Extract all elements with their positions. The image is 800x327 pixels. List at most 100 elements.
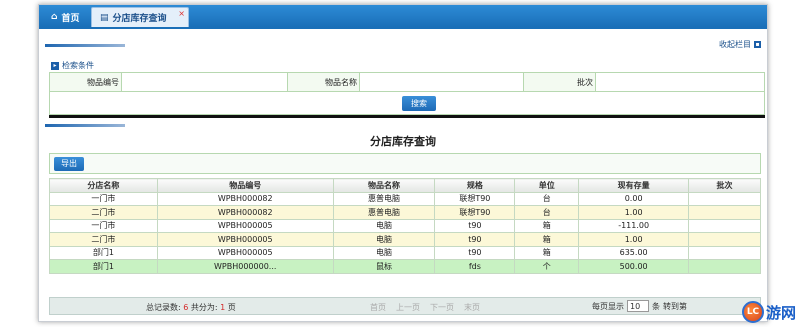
home-icon: ⌂	[51, 12, 58, 22]
column-header[interactable]: 物品名称	[332, 178, 436, 193]
table-cell: WPBH000005	[156, 245, 334, 260]
table-cell: t90	[434, 232, 516, 247]
total-pages-label: 共分为:	[190, 303, 218, 312]
table-cell: 个	[514, 259, 580, 274]
inventory-table: 分店名称 物品编号 物品名称 规格 单位 现有存量 批次 一门市 WPBH000…	[49, 178, 761, 274]
total-records-label: 总记录数:	[146, 303, 181, 312]
item-name-label: 物品名称	[287, 72, 360, 92]
table-cell: 二门市	[49, 205, 158, 220]
tab-branch-inventory[interactable]: ▤ 分店库存查询 ×	[91, 7, 189, 27]
table-cell: 1.00	[578, 232, 690, 247]
result-accent-bar	[45, 124, 125, 127]
table-row[interactable]: 一门市 WPBH000005 电脑 t90 箱 -111.00	[49, 218, 761, 233]
table-cell: -111.00	[578, 218, 690, 233]
page-size-control: 每页显示 10 条 转到第	[592, 300, 687, 312]
table-cell: WPBH000005	[156, 232, 334, 247]
table-cell: WPBH000005	[156, 218, 334, 233]
goto-page-label: 转到第	[663, 301, 687, 311]
table-cell	[688, 205, 761, 220]
section-accent-bar	[45, 44, 125, 47]
search-button[interactable]: 搜索	[402, 96, 436, 111]
table-cell: 箱	[514, 245, 580, 260]
table-cell: 部门1	[49, 259, 158, 274]
page-size-input[interactable]: 10	[627, 300, 649, 312]
divider	[49, 115, 765, 118]
table-cell: 1.00	[578, 205, 690, 220]
table-cell: 0.00	[578, 191, 690, 206]
last-page-link[interactable]: 末页	[464, 302, 480, 313]
pagination-bar: 总记录数: 6 共分为: 1 页 首页 上一页 下一页 末页 每页显示 10 条…	[49, 297, 761, 315]
table-cell: 电脑	[332, 232, 436, 247]
next-page-link[interactable]: 下一页	[430, 302, 454, 313]
table-cell: 鼠标	[332, 259, 436, 274]
expand-icon: ▸	[51, 61, 59, 70]
table-cell: t90	[434, 245, 516, 260]
search-button-row: 搜索	[49, 92, 765, 115]
page-size-label: 每页显示	[592, 301, 624, 311]
table-row[interactable]: 二门市 WPBH000082 惠普电脑 联想T90 台 1.00	[49, 205, 761, 220]
table-cell	[688, 245, 761, 260]
column-header[interactable]: 单位	[514, 178, 580, 193]
column-header[interactable]: 规格	[434, 178, 516, 193]
tab-close-icon[interactable]: ×	[178, 9, 185, 18]
table-cell: 联想T90	[434, 191, 516, 206]
batch-input[interactable]	[595, 72, 765, 92]
collapse-icon: ▪	[754, 41, 761, 48]
table-cell: 一门市	[49, 191, 158, 206]
column-header[interactable]: 分店名称	[49, 178, 158, 193]
watermark-text: 游网	[765, 303, 796, 322]
item-code-label: 物品编号	[49, 72, 122, 92]
table-cell: 联想T90	[434, 205, 516, 220]
column-header[interactable]: 物品编号	[156, 178, 334, 193]
table-cell	[688, 259, 761, 274]
table-cell: 部门1	[49, 245, 158, 260]
watermark-logo-icon: LC	[741, 301, 764, 323]
record-summary: 总记录数: 6 共分为: 1 页	[146, 302, 236, 313]
total-records-value: 6	[183, 303, 189, 312]
table-cell: WPBH000000...	[156, 259, 334, 274]
table-cell: 台	[514, 205, 580, 220]
table-cell: 台	[514, 191, 580, 206]
search-section-title: ▸ 检索条件	[51, 60, 94, 71]
page-nav: 首页 上一页 下一页 末页	[370, 302, 480, 313]
table-row-selected[interactable]: 部门1 WPBH000000... 鼠标 fds 个 500.00	[49, 259, 761, 274]
column-header[interactable]: 现有存量	[578, 178, 690, 193]
grid-toolbar: 导出	[49, 153, 761, 174]
tab-home-label: 首页	[61, 13, 80, 24]
table-cell: WPBH000082	[156, 191, 334, 206]
column-header[interactable]: 批次	[688, 178, 761, 193]
table-row[interactable]: 一门市 WPBH000082 惠普电脑 联想T90 台 0.00	[49, 191, 761, 206]
site-watermark: LC 游网	[741, 301, 796, 323]
table-cell: 惠普电脑	[332, 191, 436, 206]
table-cell: 惠普电脑	[332, 205, 436, 220]
table-cell: 635.00	[578, 245, 690, 260]
collapse-panel-button[interactable]: 收起栏目 ▪	[719, 39, 761, 50]
item-code-input[interactable]	[121, 72, 288, 92]
table-cell: fds	[434, 259, 516, 274]
table-cell: 一门市	[49, 218, 158, 233]
table-cell	[688, 218, 761, 233]
table-cell: WPBH000082	[156, 205, 334, 220]
search-form: 物品编号 物品名称 批次	[49, 72, 765, 92]
prev-page-link[interactable]: 上一页	[396, 302, 420, 313]
tab-bar: ⌂ 首页 ▤ 分店库存查询 ×	[39, 5, 767, 27]
page-size-suffix: 条	[652, 301, 660, 311]
search-section-label: 检索条件	[62, 61, 94, 70]
page-title: 分店库存查询	[370, 135, 436, 148]
table-cell: t90	[434, 218, 516, 233]
total-pages-value: 1	[220, 303, 226, 312]
pages-suffix: 页	[227, 303, 236, 312]
export-button[interactable]: 导出	[54, 157, 84, 171]
table-cell: 箱	[514, 232, 580, 247]
table-row[interactable]: 二门市 WPBH000005 电脑 t90 箱 1.00	[49, 232, 761, 247]
page-icon: ▤	[100, 12, 109, 23]
table-row[interactable]: 部门1 WPBH000005 电脑 t90 箱 635.00	[49, 245, 761, 260]
table-cell: 二门市	[49, 232, 158, 247]
batch-label: 批次	[523, 72, 596, 92]
tab-home[interactable]: ⌂ 首页	[43, 7, 87, 27]
first-page-link[interactable]: 首页	[370, 302, 386, 313]
item-name-input[interactable]	[359, 72, 524, 92]
tab-branch-inventory-label: 分店库存查询	[112, 14, 167, 24]
table-cell: 500.00	[578, 259, 690, 274]
table-header-row: 分店名称 物品编号 物品名称 规格 单位 现有存量 批次	[49, 178, 761, 193]
